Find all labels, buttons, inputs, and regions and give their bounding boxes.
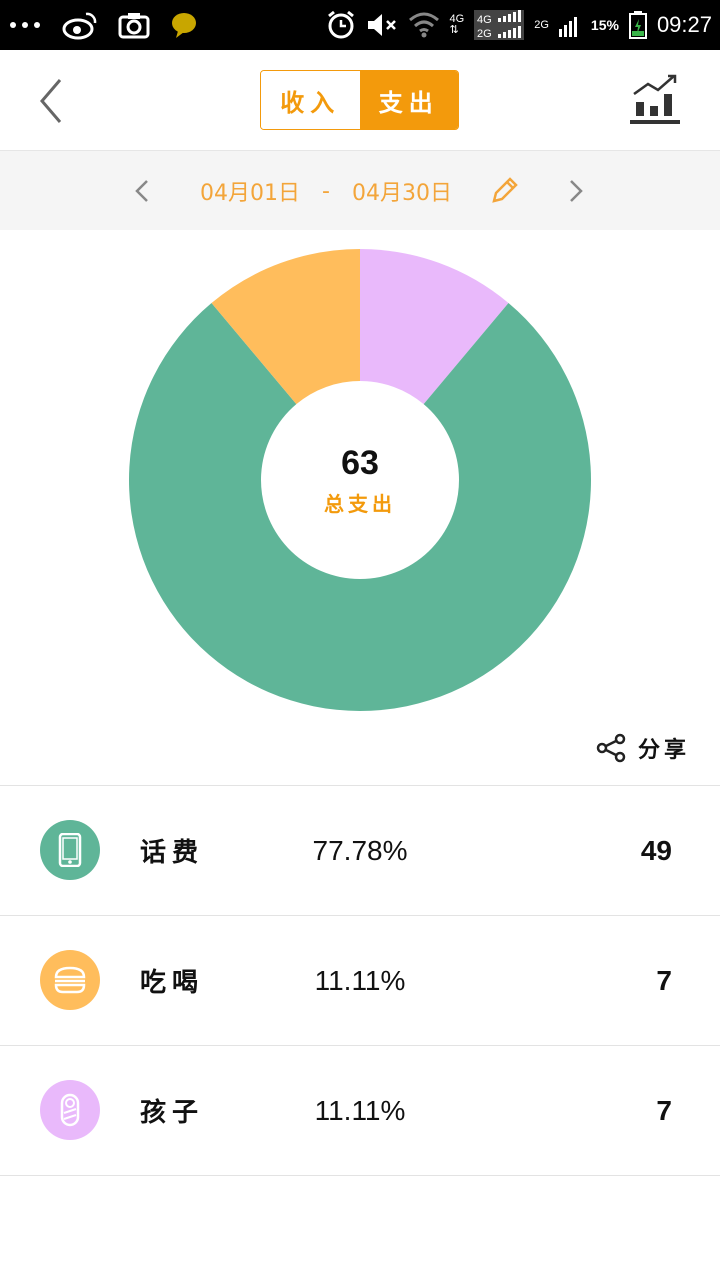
list-item[interactable]: 孩子 11.11% 7 <box>0 1046 720 1176</box>
date-separator: - <box>322 178 330 204</box>
chat-bubble-icon <box>172 13 196 38</box>
total-expense-value: 63 <box>341 444 379 482</box>
back-button[interactable] <box>30 76 74 126</box>
category-icon-badge <box>40 820 100 880</box>
total-expense-label: 总支出 <box>324 492 396 516</box>
edit-date-button[interactable] <box>488 175 520 207</box>
clock: 09:27 <box>656 12 712 37</box>
date-range[interactable]: 04月01日 - 04月30日 <box>200 173 452 209</box>
list-item[interactable]: 话费 77.78% 49 <box>0 786 720 916</box>
list-item[interactable]: 吃喝 11.11% 7 <box>0 916 720 1046</box>
tab-expense[interactable]: 支出 <box>359 71 458 129</box>
network-2g: 2G <box>534 18 549 31</box>
chevron-left-icon <box>135 180 148 202</box>
category-percent: 77.78% <box>312 834 408 866</box>
battery-percent: 15% <box>590 17 619 33</box>
trend-chart-button[interactable] <box>626 72 684 126</box>
bar-trend-icon <box>630 74 680 124</box>
share-button[interactable]: 分享 <box>596 730 690 766</box>
chevron-right-icon <box>570 180 583 202</box>
category-icon-badge <box>40 1080 100 1140</box>
signal-bars-icon <box>558 17 577 37</box>
weibo-icon <box>62 12 97 40</box>
pencil-icon <box>492 177 518 203</box>
battery-icon <box>628 11 647 39</box>
burger-icon <box>54 966 86 994</box>
status-bar: 4G ⇅ 4G 2G 2G 15% 09:27 <box>0 0 720 50</box>
svg-text:4G: 4G <box>477 14 492 26</box>
category-name: 话费 <box>140 838 205 868</box>
alarm-icon <box>327 10 354 39</box>
date-start: 04月01日 <box>200 181 300 206</box>
baby-icon <box>60 1093 80 1127</box>
camera-icon <box>118 13 150 39</box>
svg-text:2G: 2G <box>477 28 492 40</box>
app-header: 收入 支出 <box>0 50 720 151</box>
date-range-bar: 04月01日 - 04月30日 <box>0 151 720 230</box>
previous-period-button[interactable] <box>128 175 158 207</box>
category-amount: 7 <box>656 964 672 996</box>
expense-donut-chart: 63 总支出 <box>0 230 720 730</box>
chevron-left-icon <box>40 79 62 123</box>
next-period-button[interactable] <box>560 175 590 207</box>
date-end: 04月30日 <box>351 181 452 206</box>
phone-icon <box>58 833 82 867</box>
share-label: 分享 <box>638 738 691 763</box>
network-type: 4G ⇅ <box>449 13 465 36</box>
more-dots-icon <box>10 22 40 28</box>
category-amount: 7 <box>656 1094 672 1126</box>
share-icon <box>596 733 626 763</box>
tab-income[interactable]: 收入 <box>261 71 360 129</box>
wifi-icon <box>408 12 439 38</box>
category-percent: 11.11% <box>314 964 406 996</box>
category-name: 孩子 <box>140 1098 205 1128</box>
category-list: 话费 77.78% 49 吃喝 11.11% 7 孩子 11.11% 7 <box>0 785 720 1176</box>
category-name: 吃喝 <box>140 968 205 998</box>
signal-icon: 4G 2G <box>474 10 525 40</box>
category-percent: 11.11% <box>314 1094 406 1126</box>
category-icon-badge <box>40 950 100 1010</box>
mute-icon <box>367 14 396 36</box>
category-amount: 49 <box>640 834 672 866</box>
income-expense-toggle: 收入 支出 <box>260 70 459 130</box>
